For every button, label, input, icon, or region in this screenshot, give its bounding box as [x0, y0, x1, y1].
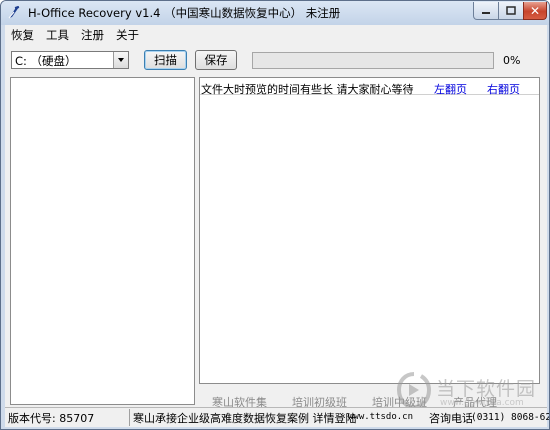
status-website[interactable]: www.ttsdo.cn: [348, 412, 413, 422]
close-icon: ✕: [529, 3, 541, 18]
close-button[interactable]: ✕: [523, 2, 547, 20]
client-area: 恢复 工具 注册 关于 C: （硬盘） 扫描 保存 0% 文件大时预览的时间有些…: [5, 25, 549, 427]
chevron-down-icon: [118, 58, 124, 62]
status-version: 版本代号: 85707: [8, 412, 95, 425]
status-ad: 寒山承接企业级高难度数据恢复案例 详情登陆: [133, 412, 357, 425]
menu-tools[interactable]: 工具: [40, 25, 75, 44]
preview-hint: 文件大时预览的时间有些长 请大家耐心等待: [201, 83, 414, 96]
drive-select-value: C: （硬盘）: [15, 54, 77, 68]
status-phone: (0311) 8068-6276: [471, 412, 549, 423]
progress-bar: [252, 52, 494, 69]
watermark-text: 当下软件园: [436, 378, 537, 400]
status-bar: 版本代号: 85707 寒山承接企业级高难度数据恢复案例 详情登陆 www.tt…: [5, 407, 549, 426]
preview-panel[interactable]: 文件大时预览的时间有些长 请大家耐心等待 左翻页 右翻页: [199, 77, 540, 384]
title-bar[interactable]: H-Office Recovery v1.4 （中国寒山数据恢复中心） 未注册 …: [1, 1, 549, 25]
preview-header: 文件大时预览的时间有些长 请大家耐心等待 左翻页 右翻页: [200, 78, 539, 97]
file-tree-panel[interactable]: [10, 77, 195, 405]
menu-bar: 恢复 工具 注册 关于: [5, 25, 547, 44]
status-phone-label: 咨询电话: [429, 412, 473, 425]
window-title: H-Office Recovery v1.4 （中国寒山数据恢复中心） 未注册: [28, 6, 341, 20]
menu-about[interactable]: 关于: [110, 25, 145, 44]
minimize-button[interactable]: [473, 2, 499, 20]
progress-percent: 0%: [503, 54, 521, 67]
save-button[interactable]: 保存: [195, 50, 237, 70]
prev-page-link[interactable]: 左翻页: [434, 81, 467, 97]
watermark-logo-icon: [396, 372, 432, 410]
minimize-icon: [482, 11, 490, 14]
next-page-link[interactable]: 右翻页: [487, 81, 520, 97]
drive-select-arrow[interactable]: [113, 52, 128, 68]
scan-button[interactable]: 扫描: [144, 50, 187, 70]
maximize-icon: [506, 6, 516, 15]
app-feather-icon: [8, 6, 20, 19]
status-separator: [129, 409, 130, 426]
menu-register[interactable]: 注册: [75, 25, 110, 44]
maximize-button[interactable]: [498, 2, 524, 20]
menu-recover[interactable]: 恢复: [5, 25, 40, 44]
app-window: H-Office Recovery v1.4 （中国寒山数据恢复中心） 未注册 …: [0, 0, 550, 430]
drive-select[interactable]: C: （硬盘）: [11, 51, 129, 69]
